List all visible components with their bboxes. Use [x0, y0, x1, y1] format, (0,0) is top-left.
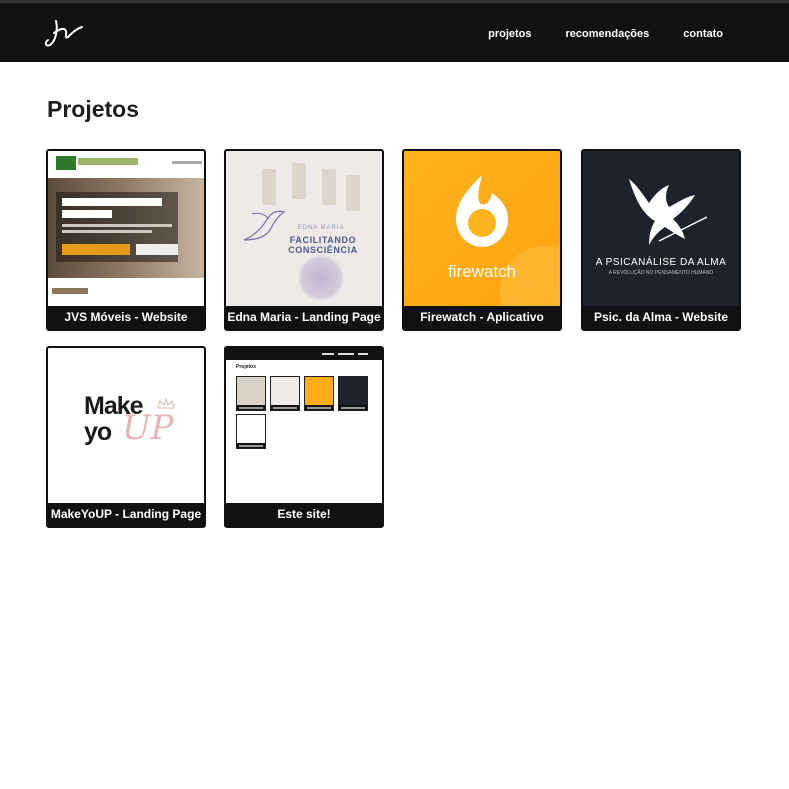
nav-link-projetos[interactable]: projetos	[488, 28, 531, 40]
project-caption: JVS Móveis - Website	[48, 306, 204, 329]
nav-link-contato[interactable]: contato	[683, 28, 723, 40]
project-caption: Firewatch - Aplicativo	[404, 306, 560, 329]
edna-maria-landing-preview: EDNA MARIA FACILITANDO CONSCIÊNCIA	[226, 151, 382, 306]
project-card-firewatch[interactable]: firewatch Firewatch - Aplicativo	[402, 149, 562, 331]
crown-icon	[157, 398, 175, 409]
top-navbar: projetos recomendações contato	[0, 0, 789, 62]
project-card-edna-maria[interactable]: EDNA MARIA FACILITANDO CONSCIÊNCIA Edna …	[224, 149, 384, 331]
jvs-moveis-website-preview	[48, 151, 204, 306]
project-card-este-site[interactable]: Projetos Este site!	[224, 346, 384, 528]
makeyoup-logo-preview: Make yo UP	[48, 348, 204, 503]
signature-logo-icon[interactable]	[42, 15, 88, 55]
flame-icon	[456, 175, 508, 247]
nav-link-recomendacoes[interactable]: recomendações	[566, 28, 650, 40]
project-caption: MakeYoUP - Landing Page	[48, 503, 204, 526]
project-caption: Psic. da Alma - Website	[583, 306, 739, 329]
project-caption: Este site!	[226, 503, 382, 526]
project-card-jvs-moveis[interactable]: JVS Móveis - Website	[46, 149, 206, 331]
flower-decoration	[298, 255, 344, 301]
project-caption: Edna Maria - Landing Page	[226, 306, 382, 329]
page-title: Projetos	[47, 96, 140, 122]
psicanalise-da-alma-preview: A PSICANÁLISE DA ALMA A REVOLUÇÃO NO PEN…	[583, 151, 739, 306]
project-card-makeyoup[interactable]: Make yo UP MakeYoUP - Landing Page	[46, 346, 206, 528]
eagle-icon	[629, 179, 708, 245]
firewatch-app-preview: firewatch	[404, 151, 560, 306]
project-card-psicanalise[interactable]: A PSICANÁLISE DA ALMA A REVOLUÇÃO NO PEN…	[581, 149, 741, 331]
this-site-preview: Projetos	[226, 348, 382, 503]
main-nav: projetos recomendações contato	[488, 3, 723, 65]
